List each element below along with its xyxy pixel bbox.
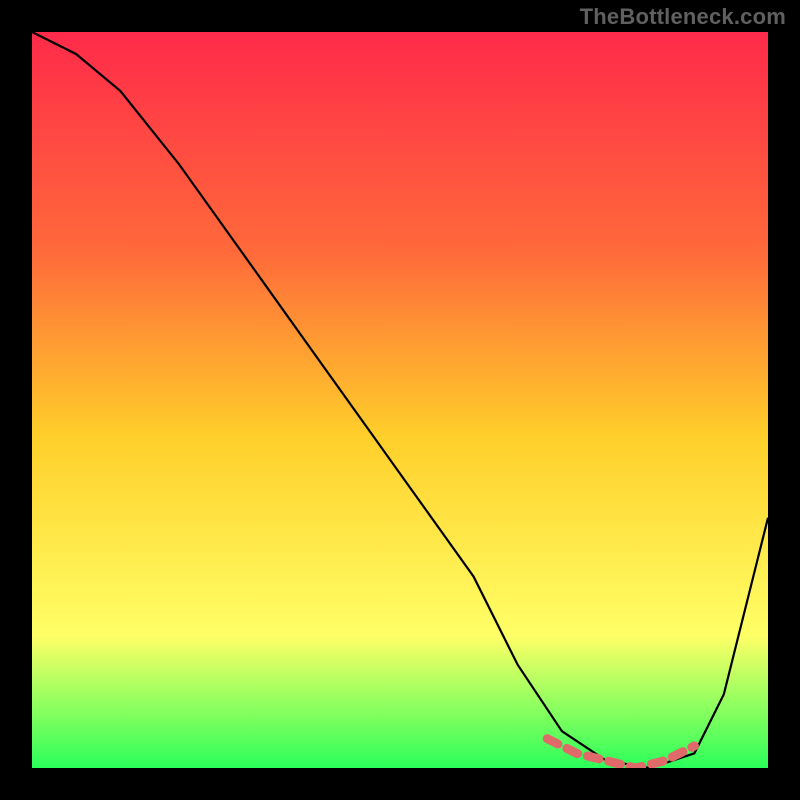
plot-area (32, 32, 768, 768)
watermark-text: TheBottleneck.com (580, 4, 786, 30)
gradient-background (32, 32, 768, 768)
chart-frame: TheBottleneck.com (0, 0, 800, 800)
plot-svg (32, 32, 768, 768)
